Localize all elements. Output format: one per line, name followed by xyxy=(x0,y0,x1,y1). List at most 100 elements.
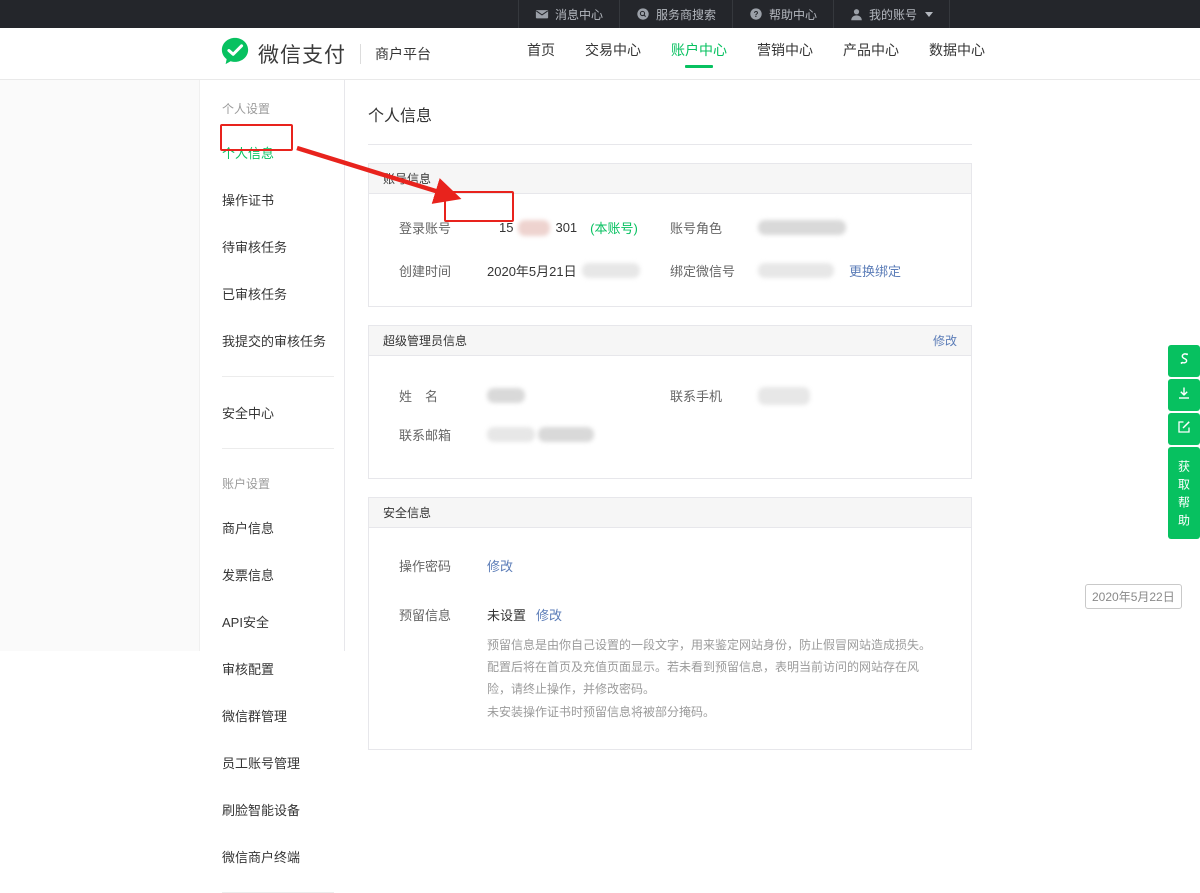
nav-item-home[interactable]: 首页 xyxy=(527,40,555,68)
header: 微信支付 商户平台 首页 交易中心 账户中心 营销中心 产品中心 数据中心 xyxy=(0,28,1200,80)
main-content: 个人信息 账号信息 登录账号 15 301 (本账号) xyxy=(345,80,1200,651)
brand-separator xyxy=(360,44,361,64)
redacted-value xyxy=(758,387,810,405)
info-label: 操作密码 xyxy=(399,556,487,575)
nav-item-data-center[interactable]: 数据中心 xyxy=(929,40,985,68)
sidebar-item-wechat-merchant-terminal[interactable]: 微信商户终端 xyxy=(222,847,344,866)
section-security-info-header: 安全信息 xyxy=(369,498,971,528)
link-icon xyxy=(1176,351,1192,372)
sidebar-item-api-security[interactable]: API安全 xyxy=(222,612,344,631)
wechat-pay-logo-icon xyxy=(220,36,250,71)
info-label: 联系手机 xyxy=(670,386,758,405)
note-line: 预留信息是由你自己设置的一段文字，用来鉴定网站身份，防止假冒网站造成损失。 xyxy=(487,634,941,656)
float-button-get-help[interactable]: 获取帮助 xyxy=(1168,447,1200,539)
row-reserved-info: 预留信息 未设置 修改 xyxy=(399,605,941,624)
mail-icon xyxy=(535,7,549,21)
redacted-value xyxy=(518,220,550,236)
nav-item-account-center[interactable]: 账户中心 xyxy=(671,40,727,68)
sidebar-item-security-center[interactable]: 安全中心 xyxy=(222,403,344,422)
login-account-prefix: 15 xyxy=(499,220,513,235)
sidebar-item-operation-cert[interactable]: 操作证书 xyxy=(222,190,344,209)
modify-op-password-link[interactable]: 修改 xyxy=(487,556,513,575)
redacted-value xyxy=(582,263,640,278)
current-account-tag: (本账号) xyxy=(590,218,638,237)
section-title: 安全信息 xyxy=(383,504,431,521)
info-label: 姓 名 xyxy=(399,386,487,405)
topbar-item-label: 服务商搜索 xyxy=(656,6,716,23)
section-title: 账号信息 xyxy=(383,170,431,187)
section-account-info-header: 账号信息 xyxy=(369,164,971,194)
page-body: 个人设置 个人信息 操作证书 待审核任务 已审核任务 我提交的审核任务 安全中心… xyxy=(0,80,1200,651)
help-icon: ? xyxy=(749,7,763,21)
redacted-value xyxy=(487,427,535,442)
float-button-link[interactable] xyxy=(1168,345,1200,377)
section-title: 超级管理员信息 xyxy=(383,332,467,349)
redacted-value xyxy=(538,427,594,442)
topbar-item-my-account[interactable]: 我的账号 xyxy=(833,0,950,28)
sidebar-item-merchant-info[interactable]: 商户信息 xyxy=(222,518,344,537)
note-line: 配置后将在首页及充值页面显示。若未看到预留信息，表明当前访问的网站存在风险，请终… xyxy=(487,656,941,700)
download-icon xyxy=(1176,385,1192,406)
login-account-suffix: 301 xyxy=(555,220,577,235)
row-bind-wechat: 绑定微信号 更换绑定 xyxy=(670,261,941,280)
sidebar-group-personal-settings: 个人设置 xyxy=(222,100,344,117)
portal-label: 商户平台 xyxy=(375,44,431,64)
sidebar-item-review-config[interactable]: 审核配置 xyxy=(222,659,344,678)
sidebar-item-wechat-group-mgmt[interactable]: 微信群管理 xyxy=(222,706,344,725)
float-button-download[interactable] xyxy=(1168,379,1200,411)
topbar-item-label: 我的账号 xyxy=(869,6,917,23)
sidebar-item-invoice-info[interactable]: 发票信息 xyxy=(222,565,344,584)
section-super-admin-header: 超级管理员信息 修改 xyxy=(369,326,971,356)
topbar-item-message-center[interactable]: 消息中心 xyxy=(518,0,619,28)
rebind-link[interactable]: 更换绑定 xyxy=(849,261,901,280)
info-label: 绑定微信号 xyxy=(670,261,758,280)
row-admin-email: 联系邮箱 xyxy=(399,425,670,444)
redacted-value xyxy=(487,388,525,403)
row-op-password: 操作密码 修改 xyxy=(399,556,941,575)
nav-item-marketing-center[interactable]: 营销中心 xyxy=(757,40,813,68)
topbar-item-sp-search[interactable]: 服务商搜索 xyxy=(619,0,732,28)
topbar-item-label: 帮助中心 xyxy=(769,6,817,23)
sidebar-item-reviewed[interactable]: 已审核任务 xyxy=(222,284,344,303)
redacted-value xyxy=(758,220,846,235)
user-icon xyxy=(850,8,863,21)
info-label: 创建时间 xyxy=(399,261,487,280)
nav-item-trade-center[interactable]: 交易中心 xyxy=(585,40,641,68)
modify-reserved-link[interactable]: 修改 xyxy=(536,605,562,624)
section-security-info: 安全信息 操作密码 修改 预留信息 未设置 修改 预留信息是由你自己设置的一段文… xyxy=(368,497,972,750)
search-icon xyxy=(636,7,650,21)
float-panel: 获取帮助 xyxy=(1168,345,1200,539)
sidebar-item-pending-review[interactable]: 待审核任务 xyxy=(222,237,344,256)
brand-area: 微信支付 商户平台 xyxy=(220,36,431,71)
note-line: 未安装操作证书时预留信息将被部分掩码。 xyxy=(487,701,941,723)
svg-text:?: ? xyxy=(754,10,759,19)
reserved-info-note: 预留信息是由你自己设置的一段文字，用来鉴定网站身份，防止假冒网站造成损失。 配置… xyxy=(487,634,941,723)
login-account-value: 15 301 (本账号) xyxy=(487,218,638,237)
nav-item-product-center[interactable]: 产品中心 xyxy=(843,40,899,68)
topbar-item-label: 消息中心 xyxy=(555,6,603,23)
left-gutter xyxy=(0,80,200,651)
sidebar: 个人设置 个人信息 操作证书 待审核任务 已审核任务 我提交的审核任务 安全中心… xyxy=(200,80,345,651)
page-title: 个人信息 xyxy=(368,94,972,145)
sidebar-divider xyxy=(222,448,334,449)
topbar: 消息中心 服务商搜索 ? 帮助中心 我的账号 xyxy=(0,0,1200,28)
sidebar-item-personal-info[interactable]: 个人信息 xyxy=(222,143,344,162)
date-tooltip: 2020年5月22日 xyxy=(1085,584,1182,609)
sidebar-item-my-submitted-review[interactable]: 我提交的审核任务 xyxy=(222,331,344,350)
info-label: 账号角色 xyxy=(670,218,758,237)
redacted-value xyxy=(758,263,834,278)
edit-icon xyxy=(1176,419,1192,440)
info-label: 联系邮箱 xyxy=(399,425,487,444)
info-label: 预留信息 xyxy=(399,605,487,624)
float-button-feedback[interactable] xyxy=(1168,413,1200,445)
main-nav: 首页 交易中心 账户中心 营销中心 产品中心 数据中心 xyxy=(527,40,985,68)
sidebar-item-face-device[interactable]: 刷脸智能设备 xyxy=(222,800,344,819)
row-login-account: 登录账号 15 301 (本账号) xyxy=(399,218,670,237)
section-account-info: 账号信息 登录账号 15 301 (本账号) 账号角色 xyxy=(368,163,972,307)
info-label: 登录账号 xyxy=(399,218,487,237)
topbar-item-help-center[interactable]: ? 帮助中心 xyxy=(732,0,833,28)
modify-admin-link[interactable]: 修改 xyxy=(933,332,957,349)
sidebar-item-staff-account-mgmt[interactable]: 员工账号管理 xyxy=(222,753,344,772)
row-account-role: 账号角色 xyxy=(670,218,941,237)
sidebar-group-account-settings: 账户设置 xyxy=(222,475,344,492)
